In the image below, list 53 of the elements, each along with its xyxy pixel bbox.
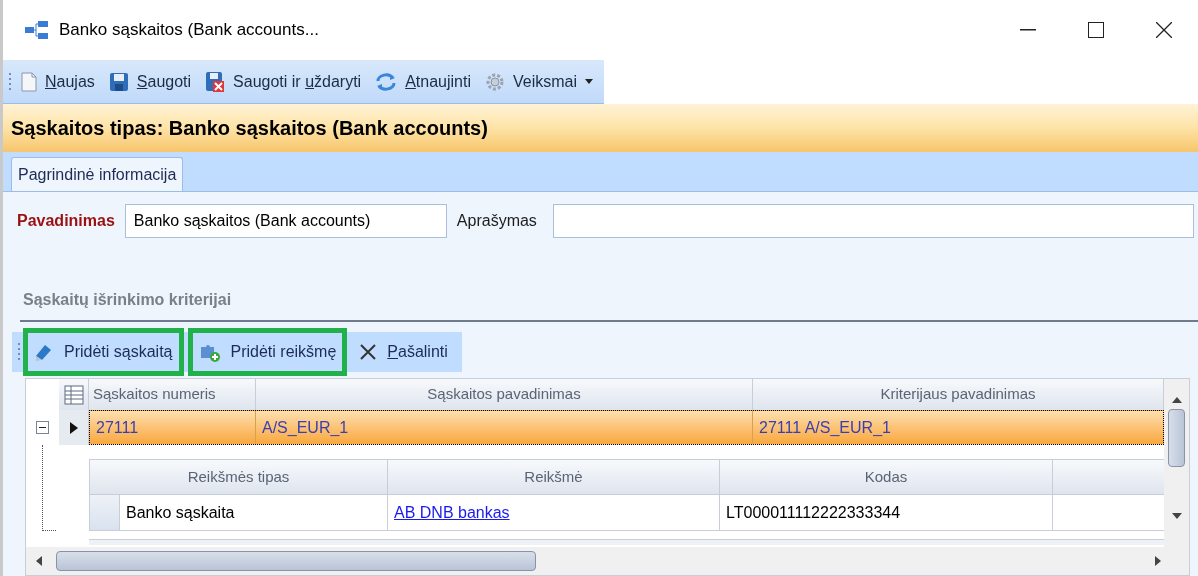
bank-link[interactable]: AB DNB bankas — [394, 500, 510, 525]
app-icon — [25, 21, 49, 39]
table-cell: Banko sąskaita — [120, 495, 388, 530]
field-label: Aprašymas — [456, 211, 537, 231]
floppy-disk-close-icon — [205, 70, 226, 93]
text-field[interactable]: Banko sąskaitos (Bank accounts) — [124, 204, 447, 238]
table-cell: LT000011112222333344 — [720, 495, 1053, 530]
scroll-left-icon[interactable] — [36, 556, 42, 566]
table-row[interactable]: 27111 A/S_EUR_1 27111 A/S_EUR_1 — [89, 410, 1164, 445]
column-header[interactable]: Reikšmė — [388, 460, 720, 494]
toolbar-button[interactable]: Pridėti sąskaitą — [23, 328, 184, 376]
scroll-up-icon[interactable] — [1171, 397, 1182, 403]
header-title: Sąskaitos tipas: Banko sąskaitos (Bank accounts) — [11, 116, 488, 141]
column-header[interactable]: Reikšmės tipas — [90, 460, 388, 494]
section-title: Sąskaitų išrinkimo kriterijai — [23, 291, 232, 308]
collapse-icon[interactable] — [36, 421, 49, 434]
document-icon — [21, 71, 37, 92]
refresh-icon — [375, 71, 398, 92]
row-indicator[interactable] — [59, 410, 89, 445]
toolbar-button[interactable]: Veiksmai — [480, 64, 598, 99]
toolbar-button[interactable]: Atnaujinti — [370, 64, 476, 99]
close-icon — [359, 343, 378, 361]
column-header[interactable]: Kriterijaus pavadinimas — [753, 379, 1164, 410]
toolbar-button[interactable]: Naujas — [16, 64, 100, 99]
minimize-icon — [1020, 29, 1036, 31]
field-label: Pavadinimas — [17, 211, 115, 231]
toolbar-button[interactable]: Saugoti — [103, 64, 197, 99]
column-header[interactable]: Sąskaitos numeris — [89, 379, 256, 410]
horizontal-scrollbar[interactable] — [26, 547, 1189, 575]
table-cell: A/S_EUR_1 — [256, 411, 753, 444]
grip-icon[interactable] — [9, 72, 12, 91]
scrollbar-thumb[interactable] — [1168, 409, 1185, 467]
caret-icon — [585, 79, 593, 84]
table-cell-text: 27111 A/S_EUR_1 — [758, 417, 892, 438]
toolbar-button[interactable]: Saugoti ir uždaryti — [200, 64, 367, 99]
scroll-down-icon[interactable] — [1171, 513, 1182, 519]
scroll-right-icon[interactable] — [1155, 556, 1161, 566]
vertical-scrollbar[interactable] — [1164, 379, 1189, 547]
toolbar-button[interactable]: Pridėti reikšmę — [187, 328, 348, 376]
text-field[interactable] — [552, 204, 1194, 238]
gear-icon — [485, 71, 505, 92]
grip-icon[interactable] — [18, 343, 21, 361]
tab[interactable]: Pagrindinė informacija — [11, 157, 184, 191]
maximize-icon — [1088, 22, 1104, 38]
column-header[interactable]: Sąskaitos pavadinimas — [256, 379, 753, 410]
scrollbar-thumb[interactable] — [56, 551, 536, 571]
close-icon — [1156, 22, 1172, 38]
toolbar-button[interactable]: Pašalinti — [353, 333, 454, 371]
puzzle-plus-icon — [198, 342, 221, 362]
table-cell: 27111 — [90, 411, 256, 444]
window-title: Banko sąskaitos (Bank accounts... — [59, 19, 319, 42]
column-header[interactable]: Kodas — [720, 460, 1053, 494]
current-row-icon — [69, 421, 78, 434]
